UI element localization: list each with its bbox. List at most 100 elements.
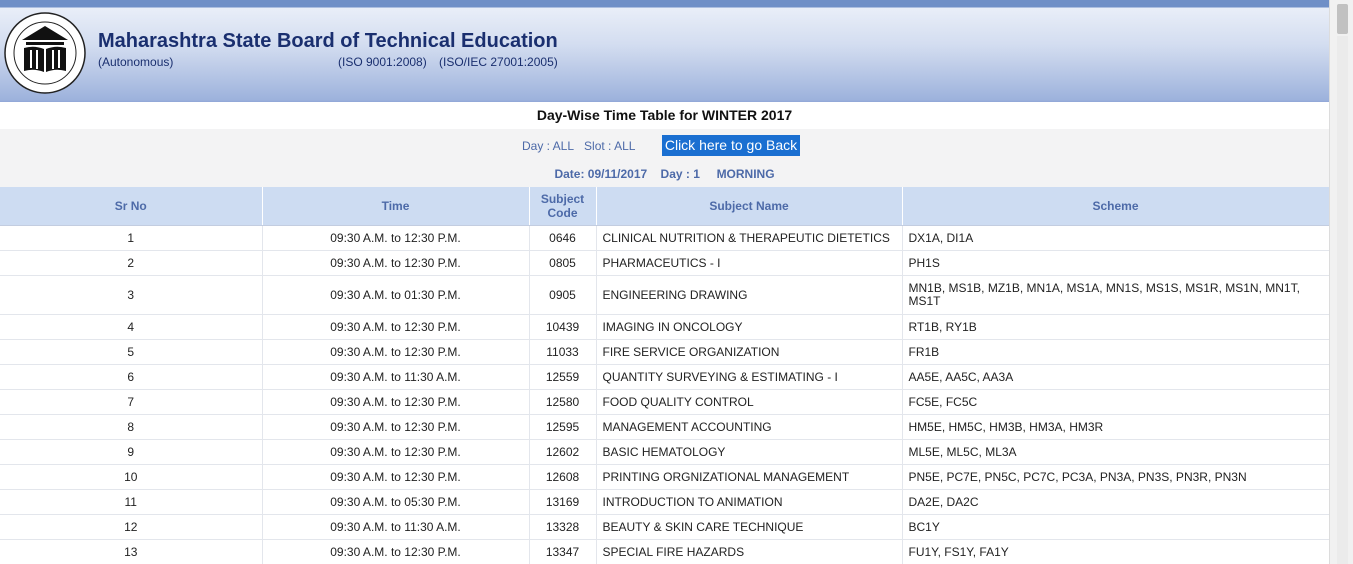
cell-scheme: HM5E, HM5C, HM3B, HM3A, HM3R — [902, 414, 1329, 440]
cell-subject-name: MANAGEMENT ACCOUNTING — [596, 414, 903, 440]
scrollbar-thumb[interactable] — [1337, 4, 1348, 34]
cell-sr-no: 9 — [0, 439, 263, 465]
table-row: 2 09:30 A.M. to 12:30 P.M. 0805 PHARMACEUTI… — [0, 250, 1329, 276]
cell-sr-no: 5 — [0, 339, 263, 365]
scrollbar-track[interactable] — [1337, 36, 1348, 564]
cell-subject-code: 12608 — [529, 464, 597, 490]
cell-scheme: PN5E, PC7E, PN5C, PC7C, PC3A, PN3A, PN3S… — [902, 464, 1329, 490]
cell-time: 09:30 A.M. to 12:30 P.M. — [262, 250, 530, 276]
cell-subject-name: ENGINEERING DRAWING — [596, 275, 903, 315]
header-subject-code: Subject Code — [529, 187, 597, 226]
exam-day: Day : 1 — [660, 167, 700, 181]
cell-time: 09:30 A.M. to 12:30 P.M. — [262, 539, 530, 564]
slot-filter-label: Slot : ALL — [584, 139, 636, 153]
cell-scheme: AA5E, AA5C, AA3A — [902, 364, 1329, 390]
cell-subject-code: 11033 — [529, 339, 597, 365]
cell-subject-name: FIRE SERVICE ORGANIZATION — [596, 339, 903, 365]
filter-text: Day : ALL Slot : ALL — [522, 139, 635, 153]
cell-subject-code: 13328 — [529, 514, 597, 540]
cell-time: 09:30 A.M. to 11:30 A.M. — [262, 514, 530, 540]
cell-subject-name: PHARMACEUTICS - I — [596, 250, 903, 276]
cell-sr-no: 1 — [0, 225, 263, 251]
table-row: 13 09:30 A.M. to 12:30 P.M. 13347 SPECIAL F… — [0, 539, 1329, 564]
msbte-logo — [4, 12, 86, 94]
table-header-row: Sr No Time Subject Code Subject Name Sch… — [0, 187, 1329, 226]
cell-time: 09:30 A.M. to 12:30 P.M. — [262, 464, 530, 490]
cell-subject-name: FOOD QUALITY CONTROL — [596, 389, 903, 415]
cell-subject-name: PRINTING ORGNIZATIONAL MANAGEMENT — [596, 464, 903, 490]
table-row: 7 09:30 A.M. to 12:30 P.M. 12580 FOOD QUALI… — [0, 389, 1329, 415]
cell-subject-code: 13169 — [529, 489, 597, 515]
cell-time: 09:30 A.M. to 12:30 P.M. — [262, 414, 530, 440]
autonomous-label: (Autonomous) — [98, 55, 174, 69]
cell-time: 09:30 A.M. to 12:30 P.M. — [262, 389, 530, 415]
org-title: Maharashtra State Board of Technical Edu… — [98, 30, 558, 52]
cell-subject-code: 13347 — [529, 539, 597, 564]
cell-subject-code: 0646 — [529, 225, 597, 251]
table-body: 1 09:30 A.M. to 12:30 P.M. 0646 CLINICAL NU… — [0, 225, 1329, 564]
site-header: Maharashtra State Board of Technical Edu… — [0, 0, 1329, 102]
date-bar: Date: 09/11/2017 Day : 1 MORNING — [0, 162, 1329, 188]
header-subject-name: Subject Name — [596, 187, 903, 226]
cell-subject-name: SPECIAL FIRE HAZARDS — [596, 539, 903, 564]
cell-scheme: DA2E, DA2C — [902, 489, 1329, 515]
cell-time: 09:30 A.M. to 12:30 P.M. — [262, 339, 530, 365]
iso-27001-label: (ISO/IEC 27001:2005) — [439, 55, 558, 69]
cell-subject-name: BASIC HEMATOLOGY — [596, 439, 903, 465]
cell-sr-no: 3 — [0, 275, 263, 315]
cell-subject-code: 0905 — [529, 275, 597, 315]
cell-time: 09:30 A.M. to 05:30 P.M. — [262, 489, 530, 515]
cell-time: 09:30 A.M. to 11:30 A.M. — [262, 364, 530, 390]
table-row: 6 09:30 A.M. to 11:30 A.M. 12559 QUANTITY S… — [0, 364, 1329, 390]
cell-scheme: ML5E, ML5C, ML3A — [902, 439, 1329, 465]
cell-subject-name: BEAUTY & SKIN CARE TECHNIQUE — [596, 514, 903, 540]
iso-9001-label: (ISO 9001:2008) — [338, 55, 427, 69]
cell-sr-no: 2 — [0, 250, 263, 276]
table-row: 12 09:30 A.M. to 11:30 A.M. 13328 BEAUTY & … — [0, 514, 1329, 540]
table-row: 8 09:30 A.M. to 12:30 P.M. 12595 MANAGEMENT… — [0, 414, 1329, 440]
cell-subject-code: 12595 — [529, 414, 597, 440]
header-scheme: Scheme — [902, 187, 1329, 226]
table-row: 9 09:30 A.M. to 12:30 P.M. 12602 BASIC HEMA… — [0, 439, 1329, 465]
header-time: Time — [262, 187, 530, 226]
cell-subject-code: 12580 — [529, 389, 597, 415]
day-filter-label: Day : ALL — [522, 139, 575, 153]
go-back-button[interactable]: Click here to go Back — [662, 135, 800, 156]
cell-time: 09:30 A.M. to 12:30 P.M. — [262, 225, 530, 251]
cell-scheme: FC5E, FC5C — [902, 389, 1329, 415]
table-row: 4 09:30 A.M. to 12:30 P.M. 10439 IMAGING IN… — [0, 314, 1329, 340]
cell-sr-no: 13 — [0, 539, 263, 564]
vertical-scrollbar[interactable] — [1329, 0, 1353, 564]
cell-subject-code: 12602 — [529, 439, 597, 465]
page-title: Day-Wise Time Table for WINTER 2017 — [0, 102, 1329, 130]
cell-sr-no: 8 — [0, 414, 263, 440]
cell-time: 09:30 A.M. to 01:30 P.M. — [262, 275, 530, 315]
table-row: 5 09:30 A.M. to 12:30 P.M. 11033 FIRE SERVI… — [0, 339, 1329, 365]
cell-subject-code: 10439 — [529, 314, 597, 340]
cell-sr-no: 7 — [0, 389, 263, 415]
cell-sr-no: 10 — [0, 464, 263, 490]
cell-scheme: BC1Y — [902, 514, 1329, 540]
exam-date: Date: 09/11/2017 — [554, 167, 648, 181]
exam-session: MORNING — [716, 167, 775, 181]
cell-sr-no: 6 — [0, 364, 263, 390]
cell-subject-name: IMAGING IN ONCOLOGY — [596, 314, 903, 340]
cell-sr-no: 11 — [0, 489, 263, 515]
cell-scheme: FU1Y, FS1Y, FA1Y — [902, 539, 1329, 564]
cell-subject-name: CLINICAL NUTRITION & THERAPEUTIC DIETETI… — [596, 225, 903, 251]
cell-time: 09:30 A.M. to 12:30 P.M. — [262, 439, 530, 465]
page: Maharashtra State Board of Technical Edu… — [0, 0, 1329, 564]
cell-scheme: MN1B, MS1B, MZ1B, MN1A, MS1A, MN1S, MS1S… — [902, 275, 1329, 315]
cell-time: 09:30 A.M. to 12:30 P.M. — [262, 314, 530, 340]
cell-subject-name: INTRODUCTION TO ANIMATION — [596, 489, 903, 515]
cell-scheme: DX1A, DI1A — [902, 225, 1329, 251]
cell-subject-code: 0805 — [529, 250, 597, 276]
table-row: 3 09:30 A.M. to 01:30 P.M. 0905 ENGINEERING… — [0, 275, 1329, 315]
cell-sr-no: 12 — [0, 514, 263, 540]
header-sr-no: Sr No — [0, 187, 263, 226]
table-row: 1 09:30 A.M. to 12:30 P.M. 0646 CLINICAL NU… — [0, 225, 1329, 251]
cell-subject-code: 12559 — [529, 364, 597, 390]
cell-scheme: PH1S — [902, 250, 1329, 276]
cell-sr-no: 4 — [0, 314, 263, 340]
table-row: 10 09:30 A.M. to 12:30 P.M. 12608 PRINTING … — [0, 464, 1329, 490]
